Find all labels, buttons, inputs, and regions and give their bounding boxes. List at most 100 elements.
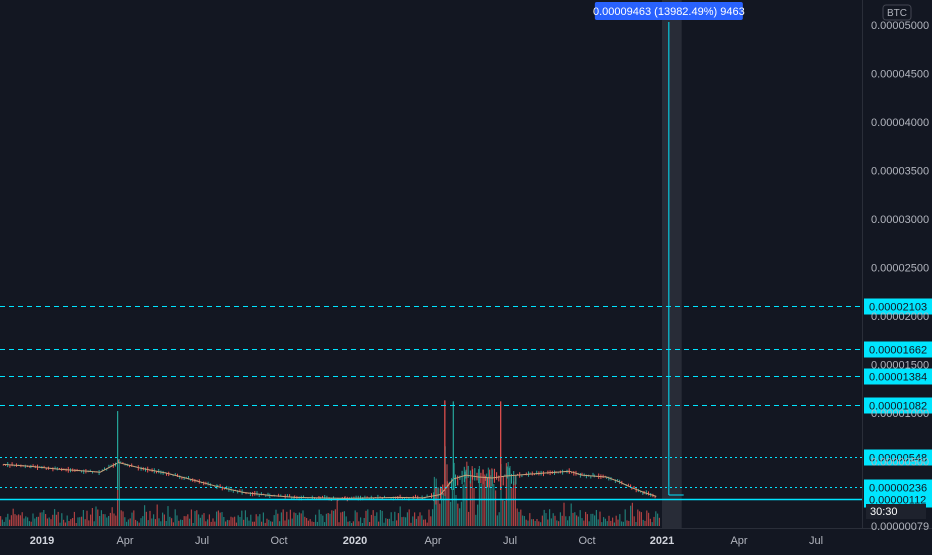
volume-bar <box>138 522 140 526</box>
volume-bar <box>208 514 210 526</box>
volume-bar <box>579 510 581 526</box>
volume-bar <box>347 521 349 526</box>
volume-bar <box>243 519 245 526</box>
volume-bar <box>244 510 246 526</box>
volume-bar <box>10 515 12 526</box>
time-axis-labels[interactable]: 2019 Apr Jul Oct 2020 Apr Jul Oct 2021 Apr Jul <box>30 535 823 547</box>
volume-bar <box>315 514 317 526</box>
volume-bar <box>113 513 115 526</box>
volume-bar <box>43 510 45 526</box>
volume-bar <box>538 521 540 526</box>
volume-bar <box>320 514 322 526</box>
volume-bar <box>410 522 412 526</box>
volume-bar <box>592 513 594 526</box>
volume-bar <box>495 490 497 526</box>
volume-bar <box>171 518 173 526</box>
volume-bar <box>586 514 588 526</box>
volume-bar <box>428 509 430 526</box>
y-tick-label: 0.00002500 <box>871 263 929 275</box>
volume-bar <box>203 513 205 526</box>
volume-bar <box>369 522 371 526</box>
volume-bar <box>462 484 464 526</box>
volume-bar <box>32 513 34 526</box>
volume-bar <box>324 522 326 526</box>
volume-bar <box>28 521 30 526</box>
volume-bar <box>109 512 111 526</box>
currency-badge[interactable]: BTC <box>882 4 912 21</box>
volume-bar <box>264 522 266 526</box>
volume-bar <box>212 518 214 526</box>
volume-bar <box>329 513 331 526</box>
volume-bar <box>595 510 597 526</box>
volume-bar <box>619 514 621 526</box>
volume-bar <box>360 517 362 526</box>
volume-bar <box>316 521 318 526</box>
volume-bar <box>516 508 518 526</box>
volume-bar <box>511 487 513 526</box>
volume-bar <box>365 510 367 526</box>
volume-bar <box>169 516 171 526</box>
volume-bar <box>90 514 92 526</box>
volume-bar <box>181 520 183 526</box>
volume-bar <box>588 521 590 526</box>
volume-bar <box>9 519 11 526</box>
volume-bar <box>122 511 124 526</box>
volume-bar <box>475 514 477 526</box>
volume-bar <box>541 515 543 526</box>
volume-bar <box>525 519 527 526</box>
volume-bar <box>554 515 556 526</box>
volume-bar <box>253 521 255 526</box>
volume-bar <box>221 512 223 526</box>
volume-bar <box>50 519 52 526</box>
volume-bar <box>149 510 151 526</box>
volume-bar <box>621 521 623 526</box>
measure-range-area[interactable] <box>662 0 682 528</box>
volume-bar <box>93 521 95 526</box>
measure-layer[interactable]: 0.00009463 (13982.49%) 9463 <box>593 0 745 528</box>
volume-bar <box>160 521 162 526</box>
volume-bar <box>198 514 200 526</box>
volume-bar <box>568 516 570 526</box>
y-tick-label: 0.00000500 <box>871 457 929 469</box>
y-tick-label: 0.00001000 <box>871 408 929 420</box>
volume-bar <box>3 521 5 526</box>
volume-bar <box>297 515 299 526</box>
volume-bar <box>57 511 59 526</box>
volume-bar <box>142 516 144 526</box>
volume-bar <box>590 513 592 526</box>
price-layer <box>2 400 657 505</box>
volume-bar <box>147 520 149 526</box>
price-chart[interactable]: 0.00009463 (13982.49%) 9463 0.000021030.… <box>0 0 932 550</box>
volume-bar <box>144 505 146 526</box>
volume-bar <box>473 488 475 526</box>
volume-bar <box>387 518 389 526</box>
volume-bar <box>111 507 113 526</box>
volume-bar <box>631 502 633 526</box>
volume-bar <box>37 516 39 526</box>
price-axis-labels[interactable]: 0.00005000 0.00004500 0.00004000 0.00003500… <box>871 20 929 533</box>
volume-bar <box>196 510 198 526</box>
volume-bar <box>228 520 230 526</box>
volume-bar <box>419 512 421 526</box>
volume-bar <box>597 519 599 526</box>
volume-bar <box>235 522 237 526</box>
volume-bar <box>558 521 560 526</box>
volume-bar <box>95 506 97 526</box>
volume-bar <box>165 521 167 526</box>
volume-bar <box>585 511 587 526</box>
y-tick-label: 0.00003500 <box>871 166 929 178</box>
volume-bar <box>356 512 358 526</box>
volume-bar <box>262 512 264 526</box>
volume-bar <box>374 515 376 526</box>
volume-bar <box>451 488 453 526</box>
y-tick-label: 0.00005000 <box>871 20 929 32</box>
volume-bar <box>412 516 414 526</box>
volume-bar <box>414 512 416 526</box>
volume-bar <box>448 483 450 526</box>
chart-container[interactable]: 0.00009463 (13982.49%) 9463 0.00002103 0.… <box>0 0 932 550</box>
volume-bar <box>7 513 9 526</box>
volume-bar <box>390 512 392 526</box>
volume-bar <box>550 518 552 526</box>
volume-bar <box>342 511 344 526</box>
countdown-label: 30:30 <box>870 506 898 518</box>
